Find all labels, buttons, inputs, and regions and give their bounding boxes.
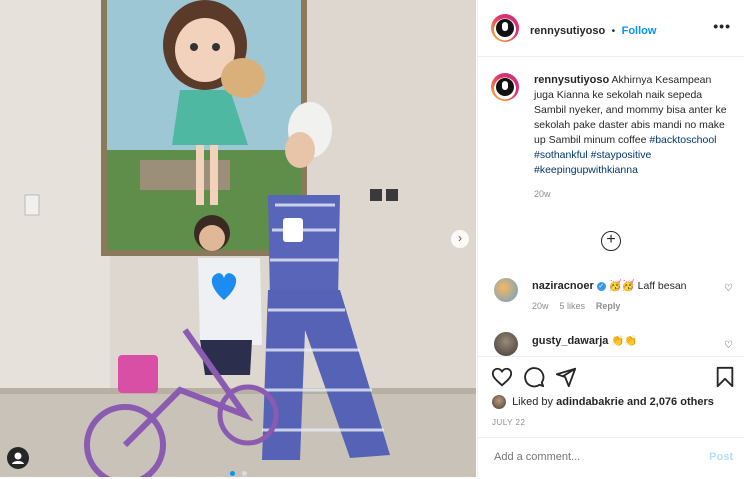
caption-username[interactable]: rennysutiyoso xyxy=(534,74,609,86)
post-image xyxy=(0,0,476,477)
hashtag[interactable]: #staypositive xyxy=(591,149,652,161)
comment-username[interactable]: naziracnoer xyxy=(532,280,594,292)
user-icon xyxy=(12,452,24,464)
bookmark-icon[interactable] xyxy=(715,366,735,388)
header-username[interactable]: rennysutiyoso xyxy=(530,25,605,37)
comment-item: naziracnoer ✓ 🥳🥳 Laff besan 20w 5 likes … xyxy=(532,279,712,312)
comment-text: 🥳🥳 Laff besan xyxy=(608,280,687,292)
likes-prefix: Liked by xyxy=(512,395,554,408)
comment-age: 20w xyxy=(532,301,549,311)
action-bar: Liked by adindabakrie and 2,076 others J… xyxy=(478,356,744,478)
reply-button[interactable]: Reply xyxy=(596,301,621,311)
header-separator: • xyxy=(611,26,616,37)
comment-input[interactable] xyxy=(492,450,686,464)
caption: rennysutiyoso Akhirnya Kesampean juga Ki… xyxy=(534,73,730,202)
add-comment-bar: Post xyxy=(478,437,744,479)
more-options-icon[interactable]: ••• xyxy=(713,18,731,34)
likes-summary: Liked by adindabakrie and 2,076 others xyxy=(492,395,714,409)
verified-badge-icon: ✓ xyxy=(596,281,606,291)
post-date[interactable]: JULY 22 xyxy=(492,418,525,427)
post-photo[interactable]: › xyxy=(0,0,476,477)
comment-item: gusty_dawarja 👏👏 xyxy=(532,334,712,347)
post-panel: rennysutiyoso • Follow ••• rennysutiyoso… xyxy=(477,0,744,477)
comments-scroll[interactable]: rennysutiyoso Akhirnya Kesampean juga Ki… xyxy=(478,57,744,356)
hashtag[interactable]: #keepingupwithkianna xyxy=(534,164,638,176)
heart-icon[interactable] xyxy=(491,366,513,388)
liked-by-username[interactable]: adindabakrie xyxy=(556,396,624,408)
comment-icon[interactable] xyxy=(523,366,545,388)
share-icon[interactable] xyxy=(555,366,577,388)
liked-by-avatar[interactable] xyxy=(492,395,506,409)
next-photo-button[interactable]: › xyxy=(451,230,469,248)
comment-likes[interactable]: 5 likes xyxy=(559,301,585,311)
comment-avatar[interactable] xyxy=(494,332,518,356)
avatar[interactable] xyxy=(491,14,519,42)
carousel-dot xyxy=(242,471,248,476)
post-header: rennysutiyoso • Follow ••• xyxy=(478,0,744,57)
like-comment-icon[interactable]: ♡ xyxy=(724,340,733,351)
caption-avatar[interactable] xyxy=(491,73,519,101)
carousel-indicator xyxy=(230,463,248,477)
chevron-right-icon: › xyxy=(458,231,462,245)
carousel-dot-active xyxy=(230,471,235,476)
hashtag[interactable]: #sothankful xyxy=(534,149,588,161)
post-comment-button[interactable]: Post xyxy=(709,451,733,463)
load-more-comments-button[interactable]: + xyxy=(601,231,621,251)
follow-button[interactable]: Follow xyxy=(622,25,657,37)
likes-suffix[interactable]: and 2,076 others xyxy=(627,396,714,408)
comment-username[interactable]: gusty_dawarja xyxy=(532,335,608,347)
plus-circle-icon: + xyxy=(606,231,616,248)
comment-text: 👏👏 xyxy=(611,335,638,347)
comment-avatar[interactable] xyxy=(494,278,518,302)
like-comment-icon[interactable]: ♡ xyxy=(724,283,733,294)
tagged-users-button[interactable] xyxy=(7,447,29,469)
hashtag[interactable]: #backtoschool xyxy=(649,134,716,146)
caption-age: 20w xyxy=(534,189,551,199)
